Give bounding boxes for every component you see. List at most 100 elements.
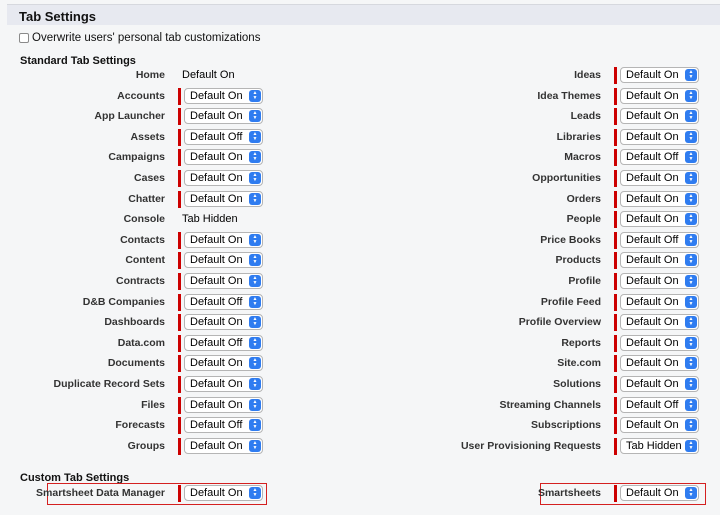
setting-label: Opportunities: [532, 172, 601, 184]
required-indicator: [614, 396, 617, 414]
required-indicator: [614, 484, 617, 502]
setting-label: Profile Overview: [518, 316, 601, 328]
setting-select-value: Default On: [626, 357, 679, 369]
setting-label: Orders: [566, 193, 601, 205]
setting-select-value: Default On: [626, 419, 679, 431]
setting-select[interactable]: Default Off ▲ ▼: [620, 149, 699, 165]
setting-select[interactable]: Default On ▲ ▼: [620, 252, 699, 268]
setting-select[interactable]: Default On ▲ ▼: [620, 108, 699, 124]
setting-select[interactable]: Default On ▲ ▼: [620, 88, 699, 104]
setting-select-value: Default On: [626, 378, 679, 390]
overwrite-label: Overwrite users' personal tab customizat…: [32, 32, 261, 44]
setting-select-value: Default Off: [626, 399, 679, 411]
chevron-updown-icon: ▲ ▼: [685, 357, 697, 369]
setting-row-libraries: Libraries Default On ▲ ▼: [0, 127, 699, 147]
setting-select[interactable]: Default On ▲ ▼: [620, 191, 699, 207]
section-title: Tab Settings: [19, 9, 97, 24]
setting-select-value: Default On: [626, 131, 679, 143]
chevron-updown-icon: ▲ ▼: [685, 110, 697, 122]
setting-select[interactable]: Default On ▲ ▼: [620, 67, 699, 83]
setting-select-value: Default On: [626, 316, 679, 328]
setting-label: Solutions: [553, 378, 601, 390]
setting-select[interactable]: Default Off ▲ ▼: [620, 397, 699, 413]
setting-select-wrap: Default On ▲ ▼: [614, 251, 699, 269]
chevron-updown-icon: ▲ ▼: [685, 440, 697, 452]
required-indicator: [614, 293, 617, 311]
section-header: Tab Settings: [7, 4, 720, 25]
setting-select-value: Default On: [626, 275, 679, 287]
setting-label: People: [566, 213, 601, 225]
chevron-updown-icon: ▲ ▼: [685, 90, 697, 102]
setting-select-wrap: Default On ▲ ▼: [614, 375, 699, 393]
required-indicator: [614, 148, 617, 166]
setting-label: Idea Themes: [537, 90, 601, 102]
setting-label: Libraries: [556, 131, 601, 143]
overwrite-option[interactable]: Overwrite users' personal tab customizat…: [19, 31, 260, 45]
setting-select-value: Default On: [626, 337, 679, 349]
setting-select[interactable]: Default On ▲ ▼: [620, 129, 699, 145]
setting-select-wrap: Default On ▲ ▼: [614, 128, 699, 146]
setting-label: User Provisioning Requests: [460, 440, 601, 452]
setting-select-value: Default Off: [626, 234, 679, 246]
chevron-updown-icon: ▲ ▼: [685, 378, 697, 390]
setting-select-value: Default On: [626, 296, 679, 308]
setting-row-streaming-channels: Streaming Channels Default Off ▲ ▼: [0, 395, 699, 415]
setting-row-products: Products Default On ▲ ▼: [0, 250, 699, 270]
setting-row-idea-themes: Idea Themes Default On ▲ ▼: [0, 86, 699, 106]
required-indicator: [614, 231, 617, 249]
setting-row-profile-overview: Profile Overview Default On ▲ ▼: [0, 312, 699, 332]
overwrite-checkbox[interactable]: [19, 33, 29, 43]
setting-select[interactable]: Default On ▲ ▼: [620, 355, 699, 371]
required-indicator: [614, 169, 617, 187]
setting-select-value: Default Off: [626, 151, 679, 163]
setting-select-wrap: Default On ▲ ▼: [614, 416, 699, 434]
required-indicator: [614, 272, 617, 290]
setting-select-wrap: Default On ▲ ▼: [614, 210, 699, 228]
setting-label: Price Books: [540, 234, 601, 246]
chevron-updown-icon: ▲ ▼: [685, 213, 697, 225]
setting-row-reports: Reports Default On ▲ ▼: [0, 333, 699, 353]
setting-select-value: Default On: [626, 254, 679, 266]
setting-select[interactable]: Default Off ▲ ▼: [620, 232, 699, 248]
setting-select[interactable]: Default On ▲ ▼: [620, 376, 699, 392]
setting-label: Smartsheets: [537, 487, 601, 499]
setting-select-value: Default On: [626, 172, 679, 184]
setting-select[interactable]: Tab Hidden ▲ ▼: [620, 438, 699, 454]
setting-label: Leads: [570, 110, 601, 122]
setting-row-user-provisioning-requests: User Provisioning Requests Tab Hidden ▲ ▼: [0, 436, 699, 456]
setting-row-solutions: Solutions Default On ▲ ▼: [0, 374, 699, 394]
setting-select[interactable]: Default On ▲ ▼: [620, 294, 699, 310]
setting-select[interactable]: Default On ▲ ▼: [620, 273, 699, 289]
setting-label: Profile: [568, 275, 601, 287]
setting-select[interactable]: Default On ▲ ▼: [620, 170, 699, 186]
chevron-updown-icon: ▲ ▼: [685, 316, 697, 328]
chevron-updown-icon: ▲ ▼: [685, 234, 697, 246]
setting-select[interactable]: Default On ▲ ▼: [620, 417, 699, 433]
setting-select-value: Default On: [626, 193, 679, 205]
required-indicator: [614, 416, 617, 434]
setting-row-leads: Leads Default On ▲ ▼: [0, 106, 699, 126]
required-indicator: [614, 334, 617, 352]
setting-row-opportunities: Opportunities Default On ▲ ▼: [0, 168, 699, 188]
chevron-updown-icon: ▲ ▼: [685, 131, 697, 143]
setting-row-orders: Orders Default On ▲ ▼: [0, 189, 699, 209]
setting-select-wrap: Default On ▲ ▼: [614, 293, 699, 311]
setting-select-wrap: Default Off ▲ ▼: [614, 231, 699, 249]
setting-select-wrap: Default Off ▲ ▼: [614, 396, 699, 414]
setting-select[interactable]: Default On ▲ ▼: [620, 485, 699, 501]
setting-label: Macros: [564, 151, 601, 163]
setting-select[interactable]: Default On ▲ ▼: [620, 314, 699, 330]
required-indicator: [614, 87, 617, 105]
chevron-updown-icon: ▲ ▼: [685, 419, 697, 431]
setting-select[interactable]: Default On ▲ ▼: [620, 335, 699, 351]
required-indicator: [614, 251, 617, 269]
setting-row-ideas: Ideas Default On ▲ ▼: [0, 65, 699, 85]
setting-select-wrap: Default On ▲ ▼: [614, 272, 699, 290]
setting-label: Products: [555, 254, 601, 266]
setting-row-smartsheets: Smartsheets Default On ▲ ▼: [0, 483, 699, 503]
setting-select[interactable]: Default On ▲ ▼: [620, 211, 699, 227]
required-indicator: [614, 375, 617, 393]
setting-label: Reports: [561, 337, 601, 349]
setting-label: Site.com: [557, 357, 601, 369]
chevron-updown-icon: ▲ ▼: [685, 254, 697, 266]
